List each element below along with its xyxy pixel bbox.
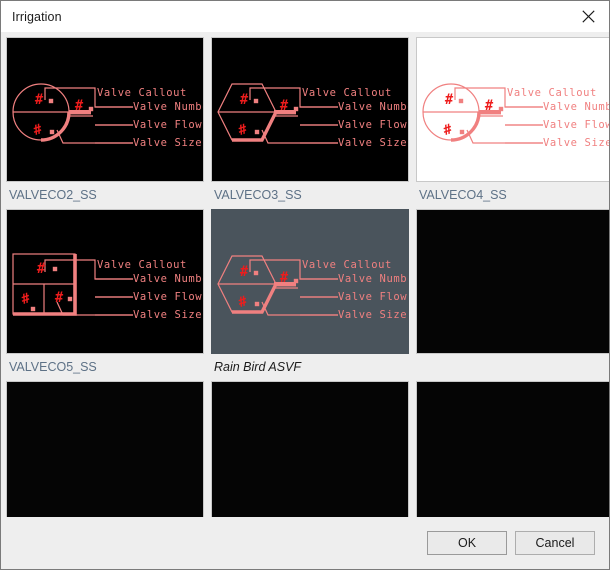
svg-text:#: # — [485, 98, 494, 114]
symbol-label: VALVECO2_SS — [9, 188, 97, 203]
svg-text:#: # — [35, 92, 44, 108]
symbol-thumbnail[interactable] — [6, 381, 204, 517]
symbol-thumbnail[interactable]: Valve Callout Valve Number Valve Flow Valve… — [416, 37, 609, 183]
title-bar: Irrigation — [1, 1, 609, 32]
svg-text:Valve Flow: Valve Flow — [133, 291, 202, 303]
svg-text:Valve Size: Valve Size — [133, 137, 202, 149]
dialog-footer: OK Cancel — [1, 517, 609, 569]
svg-text:#: # — [55, 290, 64, 306]
svg-text:#: # — [236, 293, 250, 311]
symbol-label: VALVECO3_SS — [214, 188, 302, 203]
symbol-label — [416, 354, 609, 381]
close-icon[interactable] — [567, 2, 609, 32]
symbol-cell[interactable] — [6, 381, 206, 517]
symbol-cell[interactable] — [416, 381, 609, 517]
irrigation-dialog: Irrigation Valve CalloutValve NumberValv… — [0, 0, 610, 570]
symbol-label: VALVECO4_SS — [419, 188, 507, 203]
symbol-thumbnail[interactable] — [416, 209, 609, 355]
svg-text:#: # — [19, 290, 33, 308]
svg-text:Valve Callout: Valve Callout — [97, 259, 187, 271]
svg-text:#: # — [240, 92, 249, 108]
svg-text:#: # — [236, 121, 250, 139]
svg-text:#: # — [441, 121, 455, 139]
cancel-button[interactable]: Cancel — [515, 531, 595, 555]
symbol-thumbnail[interactable] — [211, 381, 409, 517]
svg-text:#: # — [31, 121, 45, 139]
svg-text:Valve Size: Valve Size — [338, 137, 407, 149]
symbol-grid: Valve Callout Valve Number Valve Flow Valve… — [6, 37, 609, 517]
svg-text:Valve Callout: Valve Callout — [302, 87, 392, 99]
symbol-cell[interactable] — [211, 381, 411, 517]
svg-text:Valve Size: Valve Size — [133, 309, 202, 321]
symbol-cell[interactable]: Valve Callout Valve Number Valve Flow Valve… — [416, 37, 609, 209]
symbol-cell[interactable] — [416, 209, 609, 381]
symbol-thumbnail[interactable] — [416, 381, 609, 517]
svg-text:#: # — [240, 264, 249, 280]
symbol-cell[interactable]: Valve Callout Valve Number Valve Flow Valve… — [6, 37, 206, 209]
symbol-thumbnail[interactable]: Valve Callout Valve Number Valve Flow Valve… — [6, 209, 204, 355]
svg-text:#: # — [445, 92, 454, 108]
symbol-thumbnail[interactable]: Valve Callout Valve Number Valve Flow Valve… — [211, 37, 409, 183]
svg-text:Valve Callout: Valve Callout — [302, 259, 392, 271]
svg-text:Valve Number: Valve Number — [338, 101, 409, 113]
svg-text:#: # — [37, 261, 46, 277]
symbol-label: Rain Bird ASVF — [214, 360, 302, 375]
svg-text:#: # — [75, 98, 84, 114]
symbol-browser: Valve Callout Valve Number Valve Flow Valve… — [1, 32, 609, 517]
svg-text:Valve Number: Valve Number — [543, 101, 609, 113]
symbol-cell[interactable]: Valve Callout Valve Number Valve Flow Valve… — [211, 37, 411, 209]
ok-button[interactable]: OK — [427, 531, 507, 555]
symbol-thumbnail[interactable]: Valve Callout Valve Number Valve Flow Valve… — [211, 209, 409, 355]
svg-text:Valve Flow: Valve Flow — [543, 119, 609, 131]
svg-text:#: # — [280, 98, 289, 114]
page-title: Irrigation — [12, 9, 62, 24]
symbol-cell[interactable]: Valve Callout Valve Number Valve Flow Valve… — [211, 209, 411, 381]
svg-text:Valve Callout: Valve Callout — [507, 87, 597, 99]
svg-text:Valve Number: Valve Number — [133, 273, 204, 285]
svg-text:Valve Number: Valve Number — [133, 101, 204, 113]
svg-text:Valve Callout: Valve Callout — [97, 87, 187, 99]
symbol-label: VALVECO5_SS — [9, 360, 97, 375]
symbol-cell[interactable]: Valve Callout Valve Number Valve Flow Valve… — [6, 209, 206, 381]
symbol-thumbnail[interactable]: Valve Callout Valve Number Valve Flow Valve… — [6, 37, 204, 183]
svg-text:Valve Flow: Valve Flow — [338, 119, 407, 131]
svg-text:Valve Size: Valve Size — [543, 137, 609, 149]
svg-text:#: # — [280, 270, 289, 286]
svg-text:Valve Number: Valve Number — [338, 273, 409, 285]
svg-text:Valve Flow: Valve Flow — [338, 291, 407, 303]
svg-text:Valve Size: Valve Size — [338, 309, 407, 321]
svg-text:Valve Flow: Valve Flow — [133, 119, 202, 131]
